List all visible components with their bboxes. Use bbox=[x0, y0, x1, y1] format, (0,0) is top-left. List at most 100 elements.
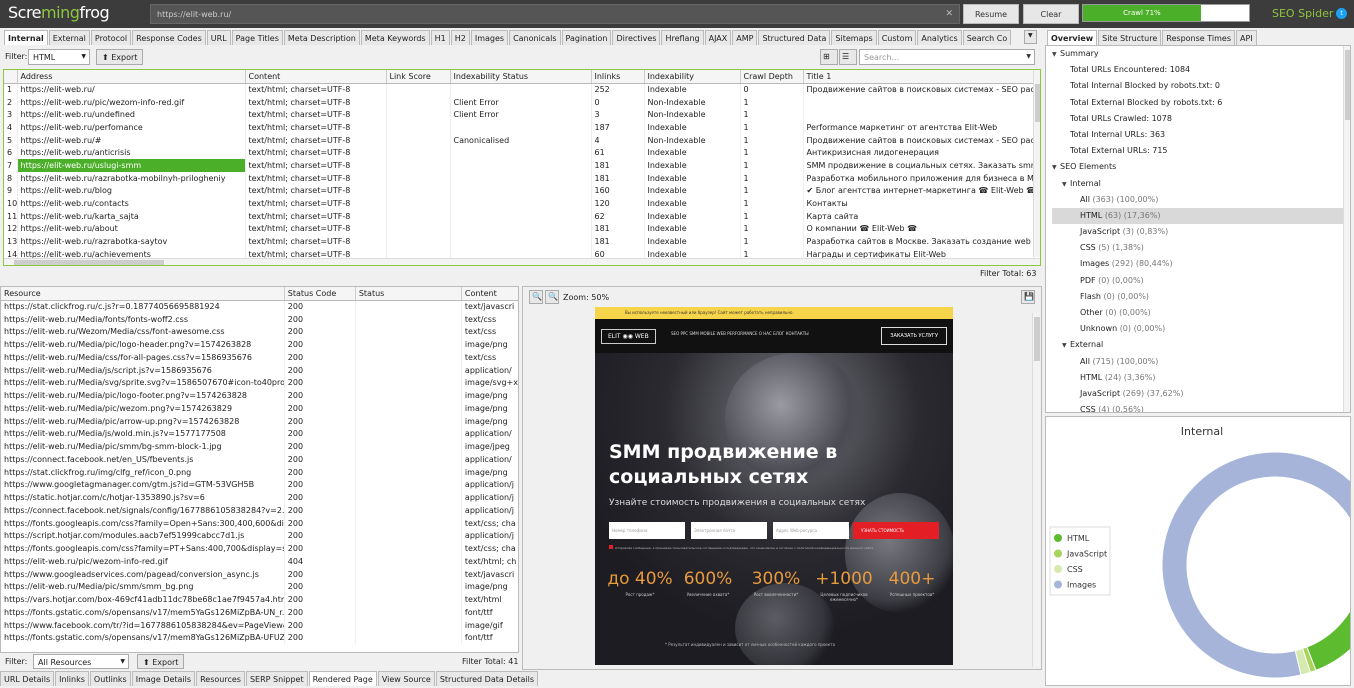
tab-serp-snippet[interactable]: SERP Snippet bbox=[245, 671, 308, 686]
tab-sitemaps[interactable]: Sitemaps bbox=[831, 30, 877, 45]
twitter-icon[interactable]: t bbox=[1336, 8, 1347, 19]
zoom-in-icon[interactable]: 🔍 bbox=[545, 290, 559, 304]
tree-internal-item[interactable]: CSS (5) (1,38%) bbox=[1052, 240, 1350, 256]
tab-h2[interactable]: H2 bbox=[450, 30, 470, 45]
zoom-out-icon[interactable]: 🔍 bbox=[529, 290, 543, 304]
vertical-scrollbar[interactable] bbox=[1033, 70, 1040, 257]
tree-internal[interactable]: ▼ Internal bbox=[1052, 176, 1350, 192]
tab-analytics[interactable]: Analytics bbox=[917, 30, 962, 45]
tab-meta-description[interactable]: Meta Description bbox=[283, 30, 360, 45]
table-row[interactable]: 2 https://elit-web.ru/pic/wezom-info-red.… bbox=[4, 95, 1035, 109]
tab-internal[interactable]: Internal bbox=[4, 30, 48, 45]
tab-overview[interactable]: Overview bbox=[1047, 30, 1098, 45]
donut-slice-html[interactable] bbox=[1306, 575, 1354, 671]
table-row[interactable]: https://elit-web.ru/Media/pic/logo-heade… bbox=[1, 338, 518, 351]
table-row[interactable]: https://fonts.gstatic.com/s/opensans/v17… bbox=[1, 631, 518, 645]
tree-internal-item[interactable]: PDF (0) (0,00%) bbox=[1052, 273, 1350, 289]
tree-internal-item[interactable]: Unknown (0) (0,00%) bbox=[1052, 321, 1350, 337]
tree-summary[interactable]: ▼ Summary bbox=[1052, 46, 1350, 62]
table-row[interactable]: https://elit-web.ru/Media/pic/smm/bg-smm… bbox=[1, 440, 518, 453]
table-row[interactable]: https://elit-web.ru/Media/js/wold.min.js… bbox=[1, 427, 518, 441]
tab-ajax[interactable]: AJAX bbox=[704, 30, 732, 45]
tab-search-co[interactable]: Search Co bbox=[962, 30, 1012, 45]
column-header[interactable]: Title 1 bbox=[803, 70, 1035, 84]
clear-url-icon[interactable]: ✕ bbox=[945, 9, 953, 19]
legend-label[interactable]: CSS bbox=[1067, 565, 1083, 574]
column-header[interactable]: Indexability bbox=[644, 70, 741, 84]
tab-protocol[interactable]: Protocol bbox=[90, 30, 132, 45]
table-row[interactable]: https://elit-web.ru/Media/pic/smm/smm_bg… bbox=[1, 580, 518, 594]
summary-item[interactable]: Total URLs Encountered: 1084 bbox=[1052, 62, 1350, 78]
tab-amp[interactable]: AMP bbox=[732, 30, 758, 45]
resources-export-button[interactable]: ⬆ Export bbox=[137, 654, 185, 669]
tab-structured-data[interactable]: Structured Data bbox=[758, 30, 831, 45]
tree-external-item[interactable]: All (715) (100,00%) bbox=[1052, 354, 1350, 370]
summary-item[interactable]: Total URLs Crawled: 1078 bbox=[1052, 111, 1350, 127]
search-input[interactable]: Search... ▼ bbox=[859, 49, 1035, 65]
tab-image-details[interactable]: Image Details bbox=[131, 671, 196, 686]
save-icon[interactable]: 💾 bbox=[1021, 290, 1035, 304]
tree-external[interactable]: ▼ External bbox=[1052, 337, 1350, 353]
column-header[interactable]: Inlinks bbox=[591, 70, 645, 84]
table-row[interactable]: 10 https://elit-web.ru/contacts text/html;… bbox=[4, 197, 1035, 210]
tree-internal-item[interactable]: JavaScript (3) (0,83%) bbox=[1052, 224, 1350, 240]
table-row[interactable]: 1 https://elit-web.ru/text/html; charset=… bbox=[4, 83, 1035, 96]
legend-label[interactable]: JavaScript bbox=[1066, 550, 1107, 559]
tab-h1[interactable]: H1 bbox=[430, 30, 450, 45]
tree-external-item[interactable]: JavaScript (269) (37,62%) bbox=[1052, 386, 1350, 402]
caret-down-icon[interactable]: ▼ bbox=[1062, 338, 1070, 354]
table-row[interactable]: https://fonts.gstatic.com/s/opensans/v17… bbox=[1, 606, 518, 619]
table-row[interactable]: https://static.hotjar.com/c/hotjar-13538… bbox=[1, 491, 518, 504]
tab-url-details[interactable]: URL Details bbox=[0, 671, 55, 686]
table-row[interactable]: https://fonts.googleapis.com/css?family=… bbox=[1, 542, 518, 555]
tab-resources[interactable]: Resources bbox=[196, 671, 245, 686]
caret-down-icon[interactable]: ▼ bbox=[1062, 177, 1070, 193]
caret-down-icon[interactable]: ▼ bbox=[1052, 47, 1060, 63]
tab-meta-keywords[interactable]: Meta Keywords bbox=[360, 30, 430, 45]
tree-internal-item[interactable]: Flash (0) (0,00%) bbox=[1052, 289, 1350, 305]
table-row[interactable]: https://elit-web.ru/Media/pic/arrow-up.p… bbox=[1, 414, 518, 428]
legend-label[interactable]: Images bbox=[1067, 581, 1096, 590]
column-header[interactable]: Resource bbox=[1, 287, 285, 301]
tab-url[interactable]: URL bbox=[206, 30, 231, 45]
tree-internal-item[interactable]: Images (292) (80,44%) bbox=[1052, 256, 1350, 272]
table-row[interactable]: 3 https://elit-web.ru/undefined text/html;… bbox=[4, 108, 1035, 122]
tab-custom[interactable]: Custom bbox=[877, 30, 917, 45]
scrollbar-thumb[interactable] bbox=[1345, 50, 1350, 120]
table-row[interactable]: https://vars.hotjar.com/box-469cf41adb11… bbox=[1, 593, 518, 606]
table-row[interactable]: 13 https://elit-web.ru/razrabotka-saytov t… bbox=[4, 235, 1035, 248]
table-row[interactable]: https://stat.clickfrog.ru/c.js?r=0.18774… bbox=[1, 300, 518, 313]
tab-external[interactable]: External bbox=[48, 30, 90, 45]
table-row[interactable]: https://elit-web.ru/Media/js/script.js?v… bbox=[1, 363, 518, 377]
export-button[interactable]: ⬆ Export bbox=[96, 49, 144, 65]
tree-external-item[interactable]: CSS (4) (0,56%) bbox=[1052, 402, 1350, 412]
tree-internal-item[interactable]: HTML (63) (17,36%) bbox=[1052, 207, 1350, 225]
tab-rendered-page[interactable]: Rendered Page bbox=[308, 671, 377, 686]
summary-item[interactable]: Total Internal Blocked by robots.txt: 0 bbox=[1052, 78, 1350, 94]
url-input[interactable]: https://elit-web.ru/ ✕ bbox=[150, 4, 960, 24]
list-view-icon[interactable]: ☰ bbox=[839, 49, 857, 65]
tree-view-icon[interactable]: ⊞ bbox=[820, 49, 838, 65]
column-header[interactable]: Content bbox=[461, 287, 518, 301]
table-row[interactable]: https://elit-web.ru/Wezom/Media/css/font… bbox=[1, 325, 518, 339]
table-row[interactable]: https://elit-web.ru/Media/fonts/fonts-wo… bbox=[1, 312, 518, 326]
preview-scrollbar[interactable] bbox=[1032, 313, 1040, 667]
table-row[interactable]: 5 https://elit-web.ru/# text/html; charset… bbox=[4, 133, 1035, 147]
tree-seo-elements[interactable]: ▼ SEO Elements bbox=[1052, 159, 1350, 175]
table-row[interactable]: https://stat.clickfrog.ru/img/clfg_ref/i… bbox=[1, 465, 518, 479]
table-row[interactable]: https://www.googleadservices.com/pagead/… bbox=[1, 567, 518, 581]
scrollbar-thumb[interactable] bbox=[1034, 317, 1040, 361]
table-row[interactable]: https://script.hotjar.com/modules.aacb7e… bbox=[1, 529, 518, 543]
table-row[interactable]: https://www.facebook.com/tr/?id=16778861… bbox=[1, 618, 518, 632]
summary-item[interactable]: Total External Blocked by robots.txt: 6 bbox=[1052, 95, 1350, 111]
tab-structured-data-details[interactable]: Structured Data Details bbox=[435, 671, 539, 686]
caret-down-icon[interactable]: ▼ bbox=[1052, 160, 1060, 176]
table-row[interactable]: 7 https://elit-web.ru/uslugi-smm text/html… bbox=[4, 159, 1035, 172]
tree-internal-item[interactable]: All (363) (100,00%) bbox=[1052, 192, 1350, 208]
resume-button[interactable]: Resume bbox=[963, 4, 1019, 24]
filter-select[interactable]: HTML ▼ bbox=[28, 49, 90, 65]
table-row[interactable]: https://elit-web.ru/Media/css/for-all-pa… bbox=[1, 351, 518, 364]
tab-view-source[interactable]: View Source bbox=[377, 671, 435, 686]
tab-images[interactable]: Images bbox=[470, 30, 509, 45]
tab-site-structure[interactable]: Site Structure bbox=[1098, 30, 1162, 45]
